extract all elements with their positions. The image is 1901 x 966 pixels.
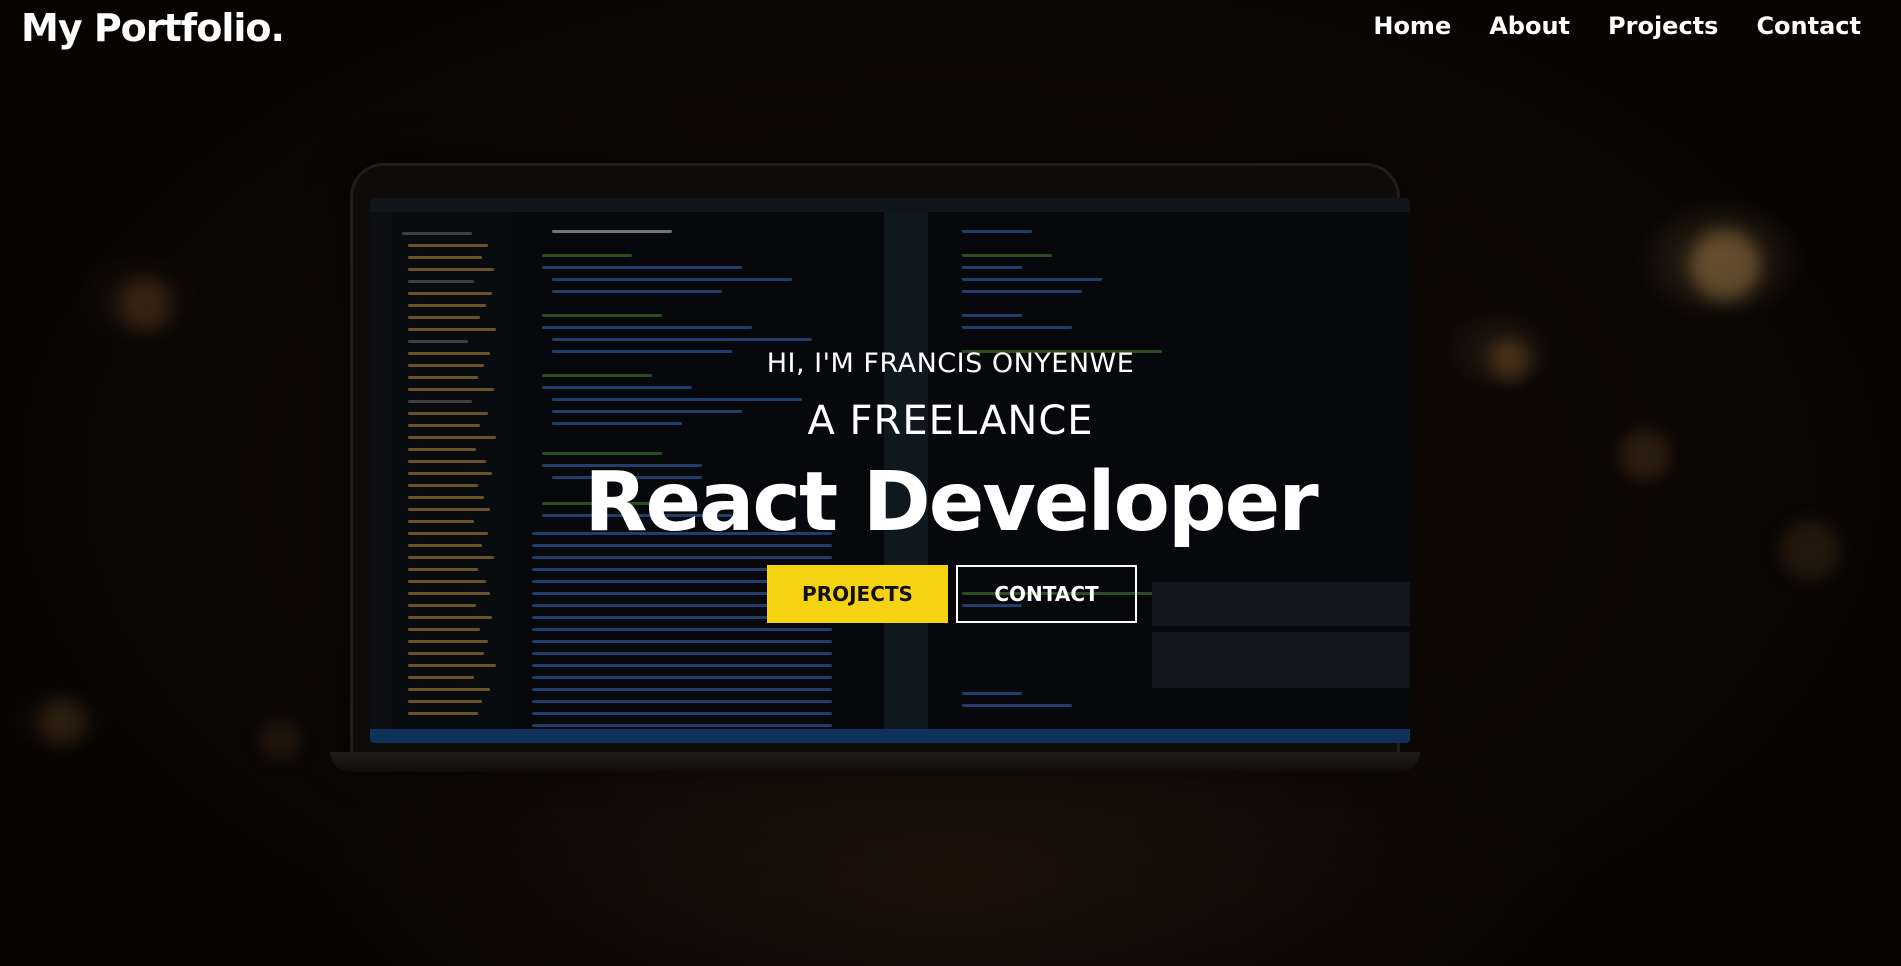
hero-buttons: PROJECTS CONTACT (767, 565, 1137, 623)
nav-home[interactable]: Home (1373, 12, 1451, 40)
nav-about[interactable]: About (1489, 12, 1570, 40)
projects-button[interactable]: PROJECTS (767, 565, 948, 623)
hero-role-title: React Developer (584, 455, 1318, 550)
site-logo[interactable]: My Portfolio. (21, 6, 285, 50)
nav-projects[interactable]: Projects (1608, 12, 1718, 40)
nav-contact[interactable]: Contact (1756, 12, 1861, 40)
main-nav: Home About Projects Contact (1373, 12, 1861, 40)
hero-role-prefix: A FREELANCE (807, 398, 1094, 444)
contact-button[interactable]: CONTACT (956, 565, 1137, 623)
hero-intro: HI, I'M FRANCIS ONYENWE (766, 348, 1135, 379)
